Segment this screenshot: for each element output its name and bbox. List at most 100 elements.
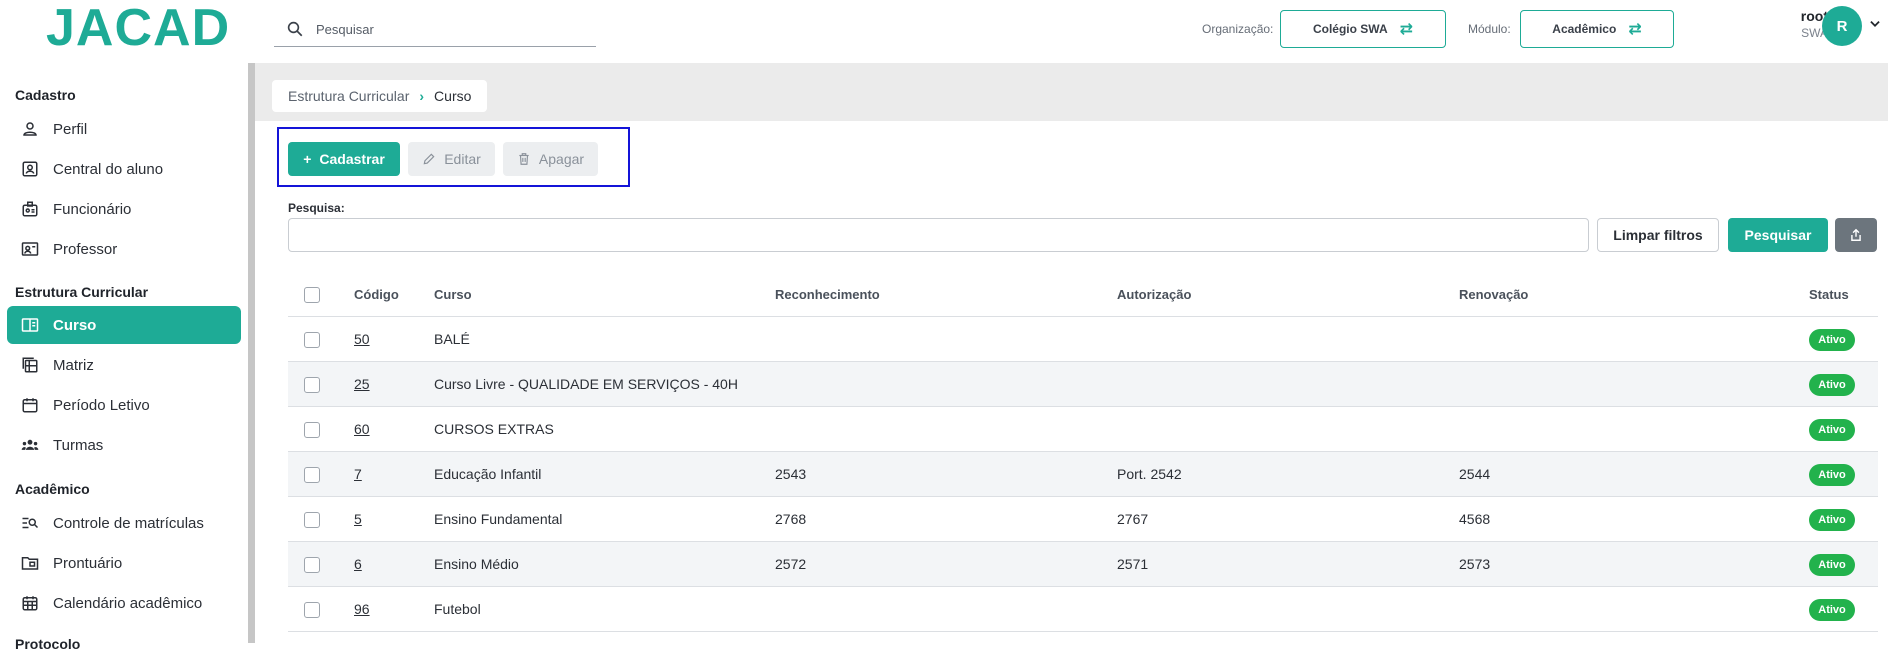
sidebar-item-periodo-letivo[interactable]: Período Letivo [7,386,241,424]
sidebar-item-label: Controle de matrículas [53,514,204,532]
course-code-link[interactable]: 6 [354,556,362,572]
sidebar-item-label: Professor [53,240,118,258]
sidebar-item-perfil[interactable]: Perfil [7,110,241,148]
course-name: Educação Infantil [434,466,542,482]
search-field-label: Pesquisa: [288,201,345,215]
status-badge: Ativo [1809,464,1855,486]
page-header-area [255,63,1888,121]
share-icon [1851,228,1861,241]
row-checkbox[interactable] [304,557,320,573]
person-icon [21,120,39,138]
sidebar-item-turmas[interactable]: Turmas [7,426,241,464]
table-row[interactable]: 60 CURSOS EXTRAS Ativo [288,407,1878,452]
create-button[interactable]: + Cadastrar [288,142,400,176]
row-checkbox[interactable] [304,467,320,483]
group-icon [21,436,39,454]
sidebar-item-label: Matriz [53,356,94,374]
breadcrumb-current: Curso [434,88,472,104]
course-authorization: Port. 2542 [1117,466,1182,482]
user-name: root [1800,8,1828,24]
status-badge: Ativo [1809,599,1855,621]
calendar-icon [21,396,39,414]
column-header-reconhecimento[interactable]: Reconhecimento [775,287,880,302]
swap-icon: ⇄ [1628,21,1642,38]
module-switch-button[interactable]: Acadêmico ⇄ [1520,10,1674,48]
edit-button[interactable]: Editar [408,142,495,176]
search-field[interactable] [288,218,1589,252]
sidebar-item-calendario-academico[interactable]: Calendário acadêmico [7,584,241,622]
sidebar-item-label: Curso [53,316,97,334]
table-row[interactable]: 5 Ensino Fundamental 2768 2767 4568 Ativ… [288,497,1878,542]
table-row[interactable]: 50 BALÉ Ativo [288,317,1878,362]
sidebar-section-title: Estrutura Curricular [15,284,149,300]
search-icon [287,21,303,37]
breadcrumb: Estrutura Curricular › Curso [272,80,488,112]
row-checkbox[interactable] [304,377,320,393]
global-search-input[interactable] [316,18,586,40]
status-badge: Ativo [1809,509,1855,531]
edit-button-label: Editar [444,151,481,167]
status-badge: Ativo [1809,374,1855,396]
column-header-renovacao[interactable]: Renovação [1459,287,1528,302]
delete-button[interactable]: Apagar [503,142,598,176]
clear-filters-button[interactable]: Limpar filtros [1597,218,1719,252]
pencil-icon [423,153,435,165]
table-row[interactable]: 96 Futebol Ativo [288,587,1878,632]
row-checkbox[interactable] [304,512,320,528]
table-row[interactable]: 25 Curso Livre - QUALIDADE EM SERVIÇOS -… [288,362,1878,407]
table-header: Código Curso Reconhecimento Autorização … [288,272,1878,317]
course-name: Ensino Médio [434,556,519,572]
sidebar-item-professor[interactable]: Professor [7,230,241,268]
list-search-icon [21,514,39,532]
trash-icon [519,153,529,165]
course-name: BALÉ [434,331,470,347]
course-recognition: 2768 [775,511,807,527]
status-badge: Ativo [1809,419,1855,441]
sidebar-scrollbar[interactable] [248,63,255,643]
course-code-link[interactable]: 25 [354,376,370,392]
search-button[interactable]: Pesquisar [1728,218,1828,252]
book-icon [21,316,39,334]
course-code-link[interactable]: 7 [354,466,362,482]
sidebar-item-curso[interactable]: Curso [7,306,241,344]
table-row[interactable]: 6 Ensino Médio 2572 2571 2573 Ativo [288,542,1878,587]
column-header-curso[interactable]: Curso [434,287,472,302]
sidebar-item-matriz[interactable]: Matriz [7,346,241,384]
sidebar-item-central-do-aluno[interactable]: Central do aluno [7,150,241,188]
folder-icon [21,554,39,572]
user-info[interactable]: root SWA [1748,8,1828,40]
jacad-logo[interactable]: JACAD [46,2,230,54]
row-checkbox[interactable] [304,602,320,618]
sidebar-item-label: Turmas [53,436,104,454]
top-bar: JACAD Organização: Colégio SWA ⇄ Módulo:… [0,0,1888,63]
chevron-down-icon[interactable] [1868,17,1882,31]
global-search [274,12,596,47]
teacher-icon [21,240,39,258]
column-header-autorizacao[interactable]: Autorização [1117,287,1191,302]
calendar-grid-icon [21,594,39,612]
course-authorization: 2767 [1117,511,1149,527]
sidebar-section-title: Acadêmico [15,481,90,497]
course-code-link[interactable]: 5 [354,511,362,527]
course-renewal: 2544 [1459,466,1491,482]
column-header-status[interactable]: Status [1809,287,1849,302]
courses-table: Código Curso Reconhecimento Autorização … [288,272,1878,632]
course-name: Curso Livre - QUALIDADE EM SERVIÇOS - 40… [434,376,738,392]
row-checkbox[interactable] [304,332,320,348]
row-checkbox[interactable] [304,422,320,438]
course-code-link[interactable]: 60 [354,421,370,437]
student-card-icon [21,160,39,178]
module-label: Módulo: [1468,22,1511,36]
table-row[interactable]: 7 Educação Infantil 2543 Port. 2542 2544… [288,452,1878,497]
course-code-link[interactable]: 96 [354,601,370,617]
select-all-checkbox[interactable] [304,287,320,303]
avatar[interactable]: R [1822,6,1862,46]
export-button[interactable] [1835,218,1877,252]
column-header-codigo[interactable]: Código [354,287,399,302]
sidebar-item-prontuario[interactable]: Prontuário [7,544,241,582]
course-code-link[interactable]: 50 [354,331,370,347]
sidebar-item-controle-de-matriculas[interactable]: Controle de matrículas [7,504,241,542]
sidebar-item-funcionario[interactable]: Funcionário [7,190,241,228]
org-switch-button[interactable]: Colégio SWA ⇄ [1280,10,1446,48]
breadcrumb-parent[interactable]: Estrutura Curricular [288,88,409,104]
